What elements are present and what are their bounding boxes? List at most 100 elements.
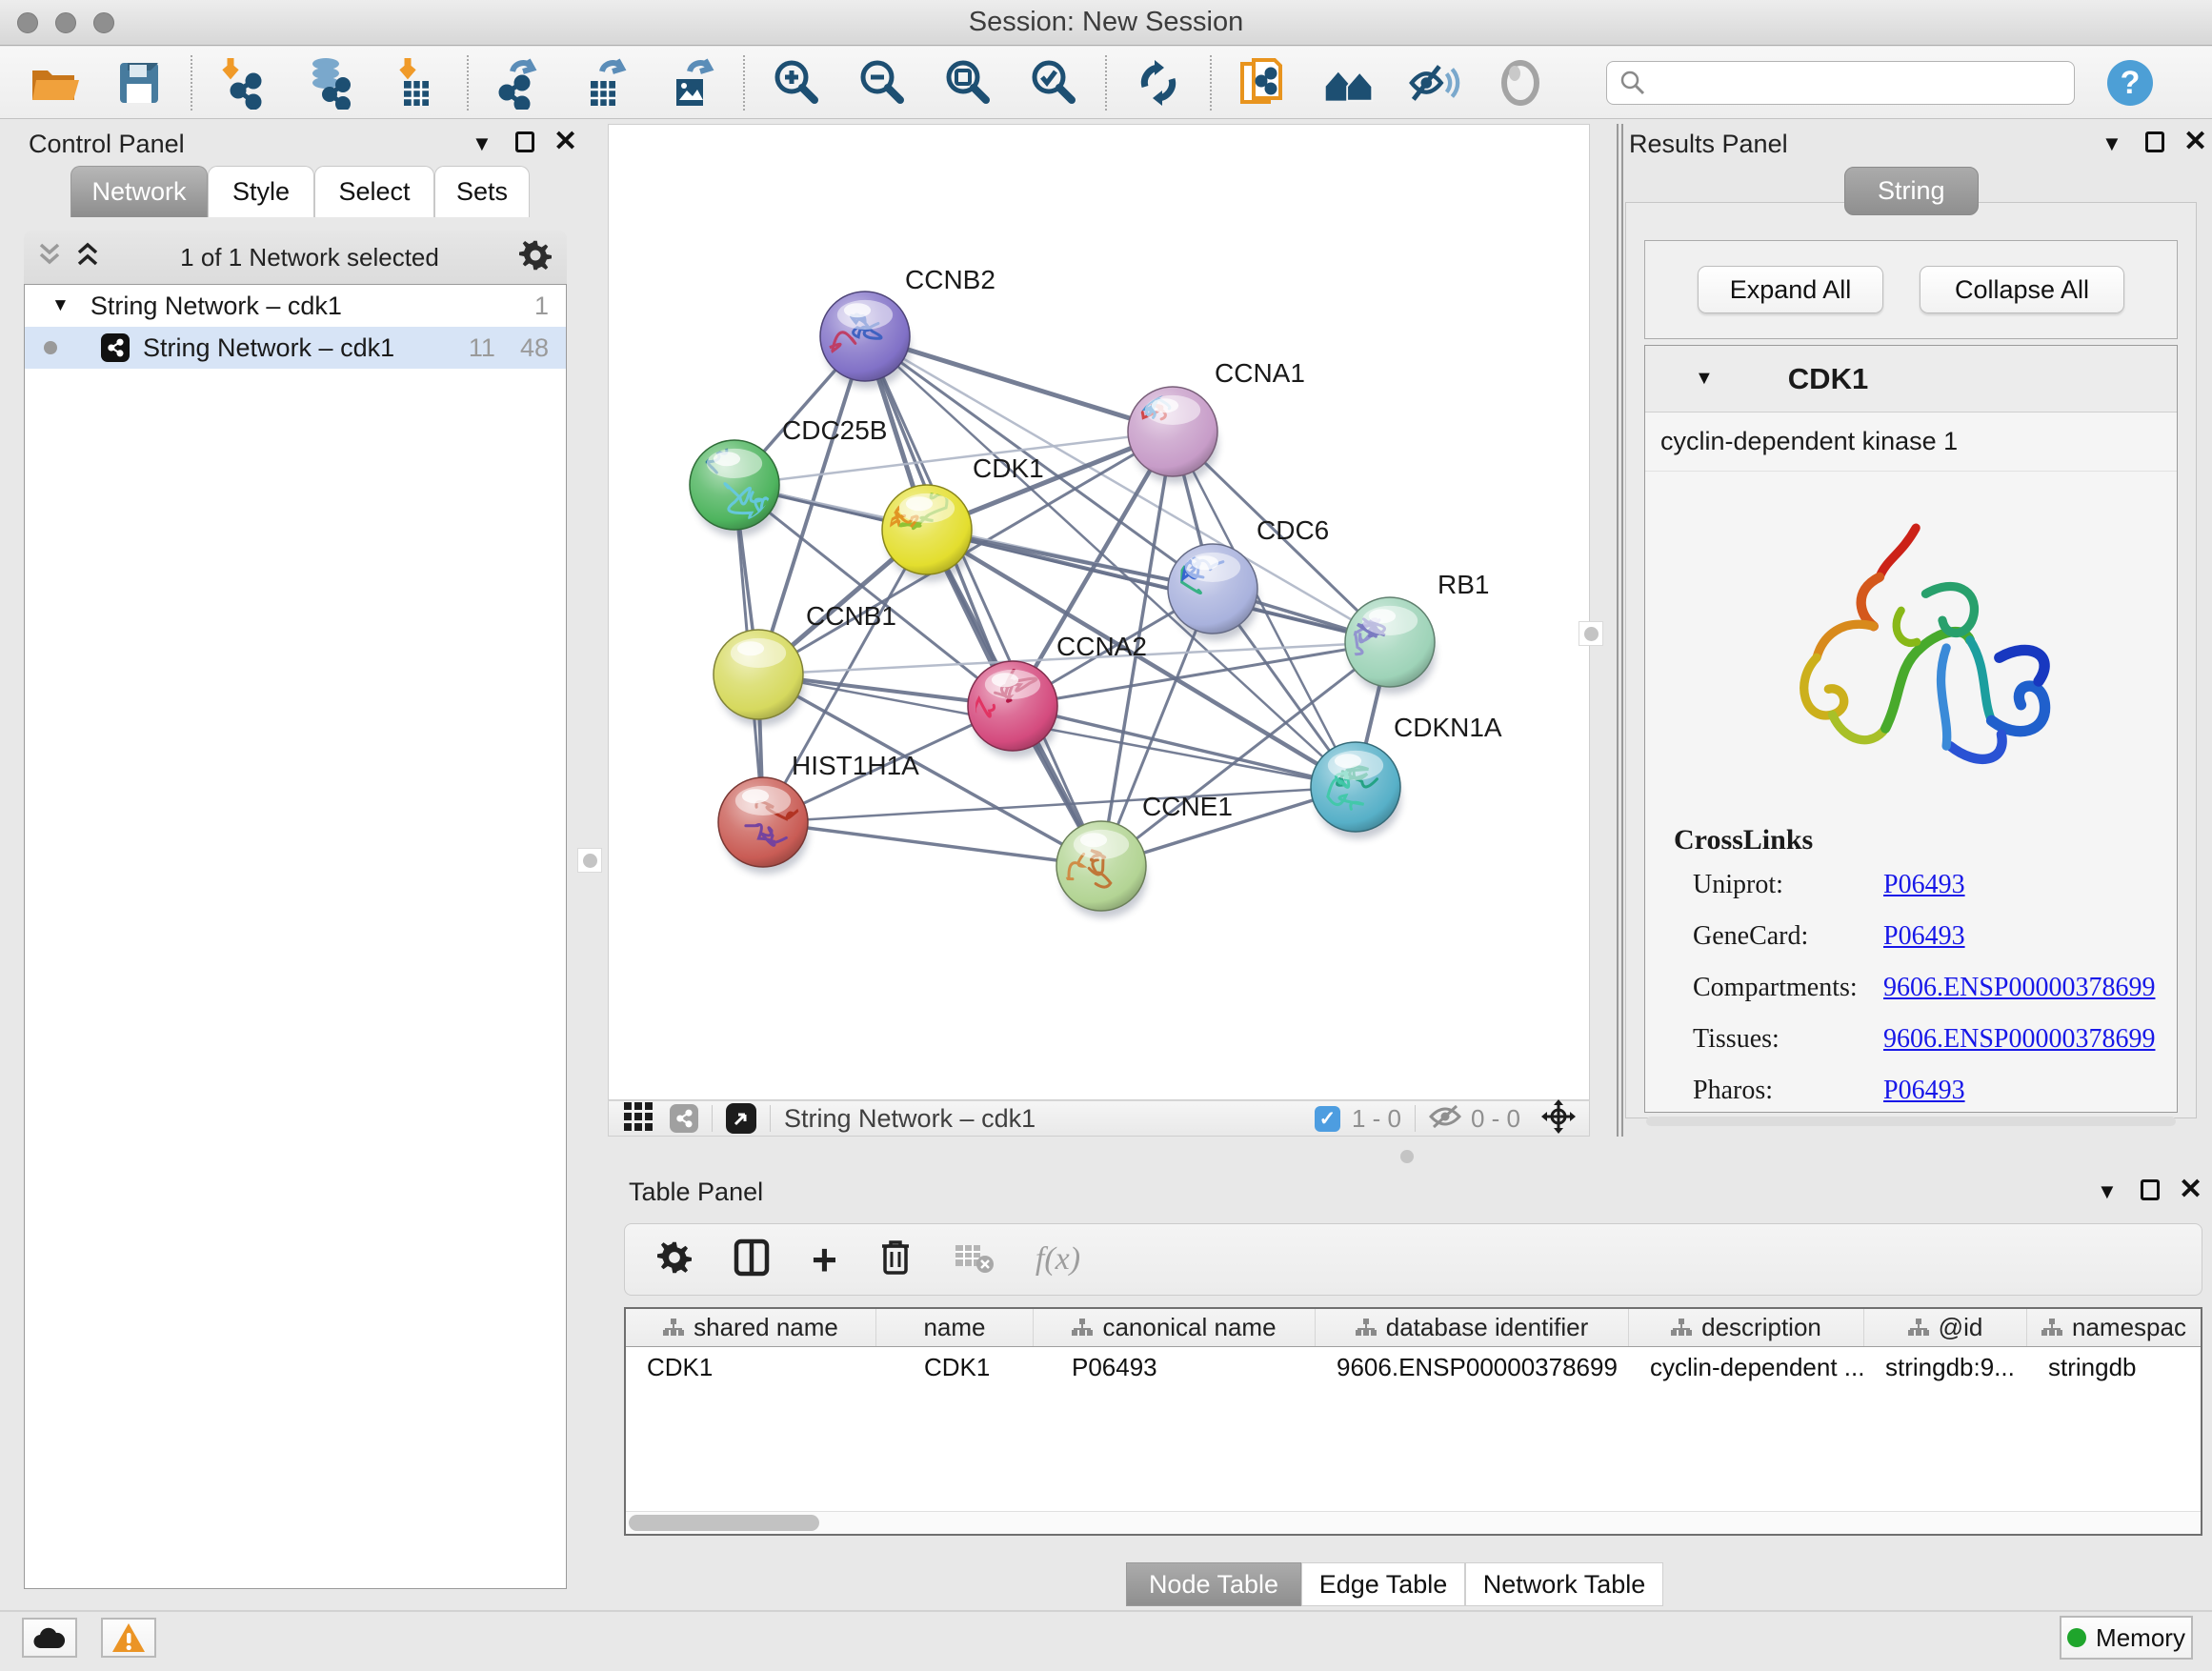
zoom-fit-icon[interactable] (941, 56, 995, 110)
table-panel-float-icon[interactable] (2141, 1179, 2160, 1205)
svg-text:?: ? (2121, 65, 2141, 101)
memory-button[interactable]: Memory (2060, 1616, 2193, 1660)
column-header[interactable]: @id (1864, 1309, 2027, 1346)
warnings-button[interactable] (101, 1618, 156, 1658)
table-row[interactable]: CDK1 CDK1 P06493 9606.ENSP00000378699 cy… (626, 1347, 2201, 1387)
memory-status-dot-icon (2067, 1628, 2086, 1647)
home-view-icon[interactable] (1322, 56, 1376, 110)
network-node-hist1h1a[interactable]: HIST1H1A (718, 751, 919, 874)
show-columns-icon[interactable] (734, 1238, 770, 1281)
tab-network-table[interactable]: Network Table (1465, 1562, 1663, 1606)
canvas-results-splitter[interactable] (1617, 124, 1619, 1137)
add-column-icon[interactable]: + (812, 1242, 837, 1278)
delete-table-icon[interactable] (954, 1241, 994, 1278)
column-header[interactable]: description (1629, 1309, 1864, 1346)
control-panel-menu-icon[interactable]: ▼ (472, 131, 493, 156)
zoom-selected-icon[interactable] (1027, 56, 1080, 110)
tab-sets[interactable]: Sets (434, 166, 530, 217)
network-row[interactable]: String Network – cdk1 11 48 (25, 327, 566, 369)
table-panel-close-icon[interactable]: ✕ (2179, 1176, 2202, 1204)
network-selection-status: 1 of 1 Network selected (100, 243, 519, 272)
export-table-icon[interactable] (579, 56, 633, 110)
control-panel-float-icon[interactable] (515, 131, 534, 157)
tab-string[interactable]: String (1844, 167, 1979, 215)
export-image-icon[interactable] (665, 56, 718, 110)
tab-edge-table[interactable]: Edge Table (1301, 1562, 1465, 1606)
crosslink-link[interactable]: P06493 (1883, 1076, 1965, 1106)
hidden-eye-icon[interactable] (1429, 1103, 1461, 1135)
export-network-icon[interactable] (493, 56, 547, 110)
network-options-gear-icon[interactable] (519, 239, 552, 276)
search-input[interactable] (1606, 61, 2075, 105)
table-hscrollbar-thumb[interactable] (629, 1515, 819, 1531)
tab-style[interactable]: Style (208, 166, 314, 217)
import-network-from-database-icon[interactable] (303, 56, 356, 110)
control-panel-close-icon[interactable]: ✕ (553, 128, 577, 156)
tab-node-table[interactable]: Node Table (1126, 1562, 1301, 1606)
delete-column-trash-icon[interactable] (879, 1238, 912, 1281)
network-current-dot-icon (44, 341, 57, 354)
network-node-rb1[interactable]: RB1 (1339, 570, 1489, 694)
save-session-icon[interactable] (112, 56, 166, 110)
hide-unhide-icon[interactable] (1408, 56, 1461, 110)
zoom-in-icon[interactable] (770, 56, 823, 110)
column-header[interactable]: database identifier (1316, 1309, 1629, 1346)
crosslink-link[interactable]: 9606.ENSP00000378699 (1883, 1024, 2155, 1055)
network-canvas[interactable]: CCNB2CCNA1CDC25BCDK1CDC6RB1CCNB1CCNA2CDK… (608, 124, 1590, 1100)
column-header[interactable]: name (876, 1309, 1034, 1346)
crosslink-label: GeneCard: (1693, 921, 1883, 952)
network-node-cdc25b[interactable]: CDC25B (690, 415, 887, 536)
crosslinks-list: Uniprot:P06493 GeneCard:P06493 Compartme… (1693, 870, 2177, 1106)
crosslink-link[interactable]: P06493 (1883, 921, 1965, 952)
fit-content-crosshair-icon[interactable] (1541, 1099, 1576, 1138)
network-collection-row[interactable]: ▼ String Network – cdk1 1 (25, 285, 566, 327)
results-hscrollbar[interactable] (1646, 1117, 2176, 1126)
refresh-view-icon[interactable] (1132, 56, 1185, 110)
node-label: CDC25B (782, 415, 887, 445)
table-panel-menu-icon[interactable]: ▼ (2097, 1179, 2118, 1204)
copy-network-icon[interactable] (1237, 56, 1290, 110)
tab-network[interactable]: Network (70, 166, 208, 217)
node-label: CCNA1 (1215, 358, 1305, 388)
help-icon[interactable]: ? (2103, 56, 2157, 110)
selected-counts: 1 - 0 (1352, 1104, 1401, 1134)
gene-expander-icon[interactable]: ▼ (1695, 368, 1714, 390)
gene-section-header[interactable]: ▼ CDK1 (1645, 346, 2177, 413)
cloud-status-button[interactable] (22, 1618, 77, 1658)
grid-view-icon[interactable] (624, 1102, 653, 1136)
expand-all-networks-icon[interactable] (75, 241, 100, 274)
right-splitter-handle[interactable] (1579, 621, 1603, 646)
results-panel-menu-icon[interactable]: ▼ (2101, 131, 2122, 156)
import-table-icon[interactable] (389, 56, 442, 110)
network-node-ccne1[interactable]: CCNE1 (1036, 792, 1233, 917)
table-settings-gear-icon[interactable] (657, 1240, 692, 1279)
expand-collapse-box: Expand All Collapse All (1644, 240, 2178, 339)
network-node-ccna1[interactable]: CCNA1 (1123, 358, 1305, 483)
column-header[interactable]: namespac (2027, 1309, 2201, 1346)
results-panel-float-icon[interactable] (2145, 131, 2164, 157)
results-panel-close-icon[interactable]: ✕ (2183, 128, 2207, 156)
collapse-all-button[interactable]: Collapse All (1920, 266, 2124, 313)
table-hscrollbar[interactable] (626, 1511, 2201, 1534)
zoom-out-icon[interactable] (855, 56, 909, 110)
tab-select[interactable]: Select (314, 166, 434, 217)
network-node-cdkn1a[interactable]: CDKN1A (1311, 713, 1502, 838)
crosslink-link[interactable]: 9606.ENSP00000378699 (1883, 973, 2155, 1003)
selected-checkbox-icon[interactable]: ✓ (1315, 1106, 1340, 1132)
column-header[interactable]: shared name (626, 1309, 876, 1346)
crosslink-link[interactable]: P06493 (1883, 870, 1965, 900)
function-builder-icon[interactable]: f(x) (1036, 1241, 1080, 1278)
expand-all-button[interactable]: Expand All (1698, 266, 1883, 313)
bottom-splitter-handle[interactable] (1393, 1148, 1421, 1165)
network-node-ccnb1[interactable]: CCNB1 (714, 601, 896, 726)
collection-expander-icon[interactable]: ▼ (51, 295, 70, 316)
open-session-icon[interactable] (27, 56, 80, 110)
column-header[interactable]: canonical name (1034, 1309, 1316, 1346)
birdseye-view-icon[interactable] (726, 1103, 756, 1134)
network-node-ccnb2[interactable]: CCNB2 (777, 265, 995, 388)
show-graphics-details-icon[interactable] (1494, 56, 1547, 110)
import-network-icon[interactable] (217, 56, 271, 110)
collapse-all-networks-icon[interactable] (37, 241, 62, 274)
left-splitter-handle[interactable] (577, 848, 602, 873)
share-view-icon[interactable] (670, 1104, 698, 1133)
